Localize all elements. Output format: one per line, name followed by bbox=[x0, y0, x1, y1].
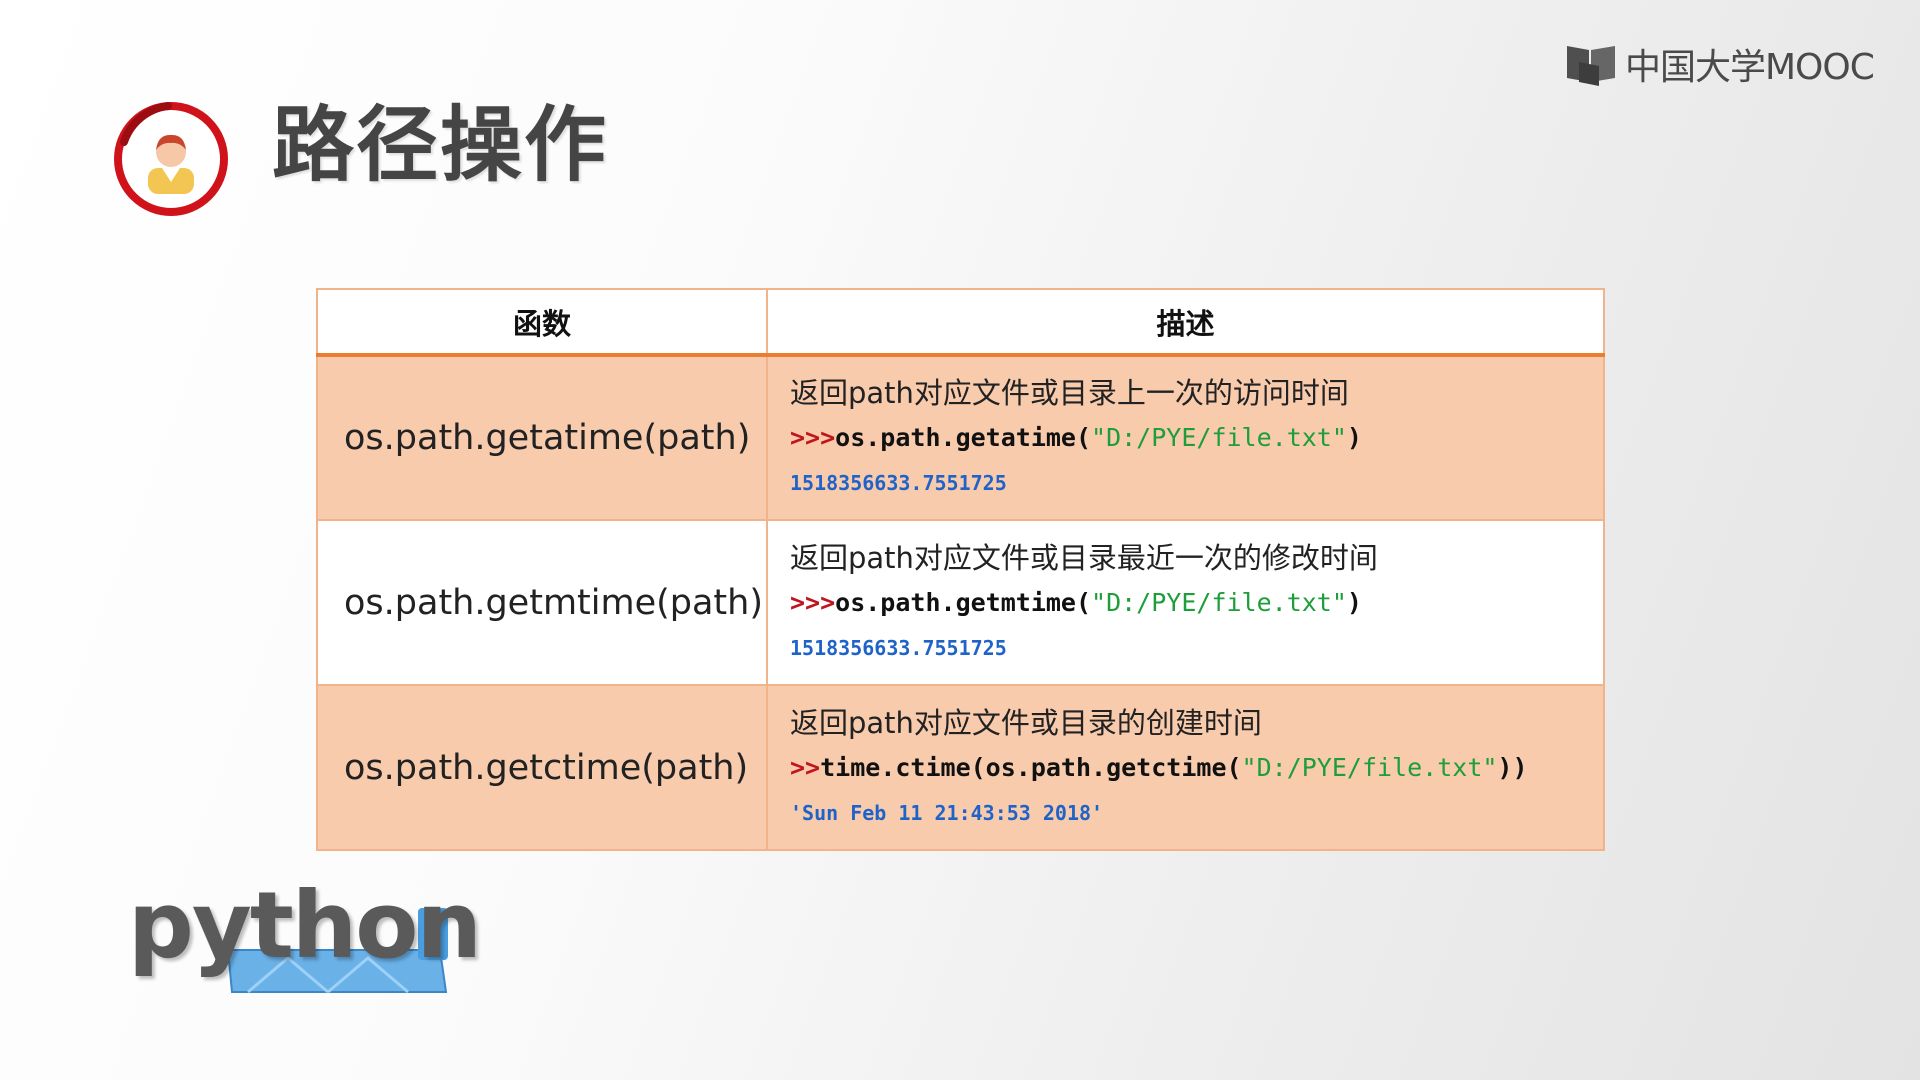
function-table: 函数 描述 os.path.getatime(path) 返回path对应文件或… bbox=[316, 288, 1605, 851]
mooc-logo-text: 中国大学MOOC bbox=[1625, 47, 1875, 88]
code-output: 1518356633.7551725 bbox=[790, 471, 1007, 495]
code-close: ) bbox=[1346, 587, 1362, 617]
book-icon bbox=[1567, 46, 1615, 86]
code-string: "D:/PYE/file.txt" bbox=[1091, 423, 1347, 452]
code-prompt: >>> bbox=[790, 423, 836, 452]
python-logo: python bbox=[128, 880, 482, 1000]
function-name: os.path.getmtime(path) bbox=[316, 519, 768, 686]
description-text: 返回path对应文件或目录上一次的访问时间 bbox=[790, 376, 1349, 410]
column-header-description: 描述 bbox=[766, 288, 1605, 357]
code-output: 'Sun Feb 11 21:43:53 2018' bbox=[790, 800, 1104, 825]
table-row: os.path.getatime(path) 返回path对应文件或目录上一次的… bbox=[316, 354, 1605, 521]
description-text: 返回path对应文件或目录最近一次的修改时间 bbox=[790, 540, 1378, 575]
user-avatar-icon bbox=[114, 102, 228, 216]
table-row: os.path.getctime(path) 返回path对应文件或目录的创建时… bbox=[316, 684, 1605, 851]
function-name: os.path.getatime(path) bbox=[316, 354, 768, 521]
code-example: >>>os.path.getatime("D:/PYE/file.txt") bbox=[790, 413, 1603, 463]
mooc-logo: 中国大学MOOC bbox=[1565, 40, 1875, 88]
function-name: os.path.getctime(path) bbox=[316, 684, 768, 851]
code-string: "D:/PYE/file.txt" bbox=[1091, 587, 1347, 617]
python-logo-text: python bbox=[128, 872, 482, 979]
code-output: 1518356633.7551725 bbox=[790, 635, 1007, 660]
code-call: os.path.getmtime( bbox=[835, 587, 1092, 617]
code-example: >>>os.path.getmtime("D:/PYE/file.txt") bbox=[790, 578, 1603, 628]
code-close: )) bbox=[1497, 752, 1528, 782]
code-call: time.ctime(os.path.getctime( bbox=[820, 752, 1242, 782]
code-prompt: >>> bbox=[790, 587, 836, 617]
table-header-row: 函数 描述 bbox=[316, 288, 1605, 357]
code-prompt: >> bbox=[790, 752, 821, 782]
description-cell: 返回path对应文件或目录上一次的访问时间 >>>os.path.getatim… bbox=[766, 354, 1605, 521]
code-close: ) bbox=[1346, 423, 1362, 452]
column-header-function: 函数 bbox=[316, 288, 768, 357]
code-example: >>time.ctime(os.path.getctime("D:/PYE/fi… bbox=[790, 743, 1603, 793]
description-cell: 返回path对应文件或目录的创建时间 >>time.ctime(os.path.… bbox=[766, 684, 1605, 851]
description-text: 返回path对应文件或目录的创建时间 bbox=[790, 705, 1262, 740]
code-string: "D:/PYE/file.txt" bbox=[1241, 752, 1498, 782]
page-title: 路径操作 bbox=[272, 98, 609, 193]
description-cell: 返回path对应文件或目录最近一次的修改时间 >>>os.path.getmti… bbox=[766, 519, 1605, 686]
code-call: os.path.getatime( bbox=[835, 423, 1092, 452]
table-row: os.path.getmtime(path) 返回path对应文件或目录最近一次… bbox=[316, 519, 1605, 686]
